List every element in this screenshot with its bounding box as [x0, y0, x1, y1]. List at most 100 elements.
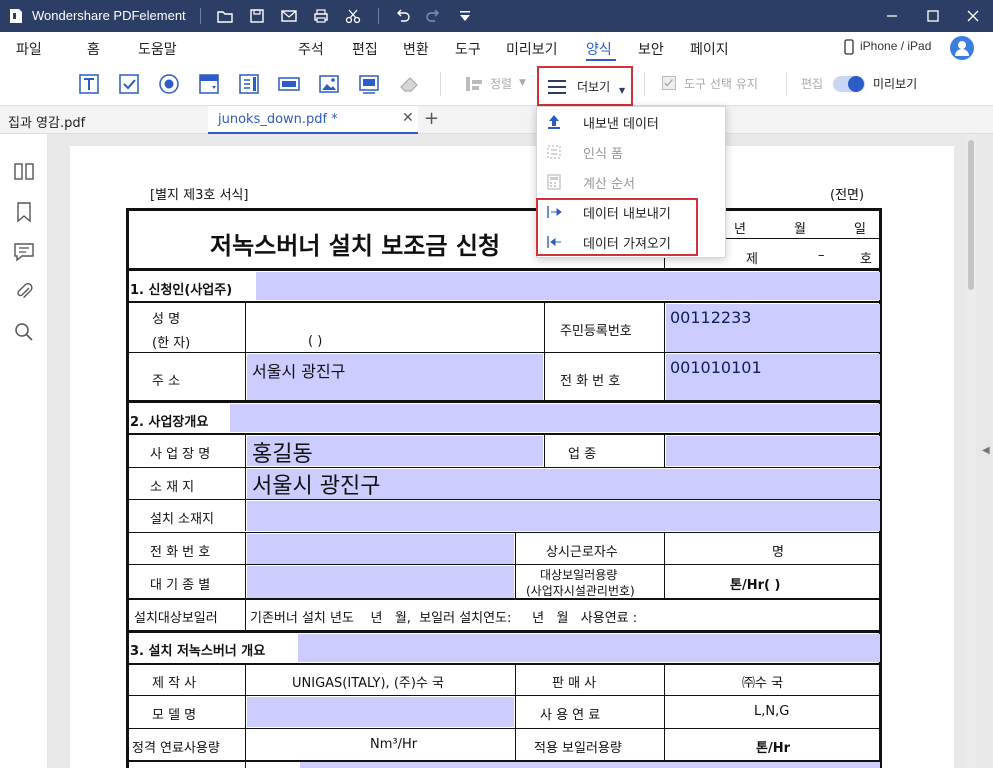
- location-value[interactable]: 서울시 광진구: [252, 468, 380, 500]
- tab-label: junoks_down.pdf *: [218, 112, 338, 127]
- row-line: [126, 467, 882, 468]
- signature-field-icon[interactable]: [357, 72, 381, 96]
- menu-edit[interactable]: 편집: [352, 39, 378, 59]
- quick-access-dropdown-icon[interactable]: [456, 7, 474, 25]
- align-label[interactable]: 정렬: [490, 75, 512, 92]
- date-day: 일: [854, 222, 866, 237]
- row-line: [126, 663, 882, 665]
- thumbnails-icon[interactable]: [12, 160, 36, 184]
- rated-label: 정격 연료사용량: [132, 741, 220, 756]
- scissors-icon[interactable]: [344, 7, 362, 25]
- form-header-right: (전면): [830, 188, 865, 203]
- close-icon[interactable]: [963, 6, 983, 26]
- title-bar: Wondershare PDFelement: [0, 0, 993, 32]
- menu-comment[interactable]: 주석: [298, 39, 324, 59]
- print-icon[interactable]: [312, 7, 330, 25]
- open-folder-icon[interactable]: [216, 7, 234, 25]
- menu-tools[interactable]: 도구: [455, 39, 481, 59]
- row-line: [126, 564, 882, 565]
- attachment-icon[interactable]: [12, 280, 36, 304]
- more-dropdown-icon: ▼: [619, 86, 626, 95]
- applied-label: 적용 보일러용량: [534, 741, 622, 756]
- avatar[interactable]: [950, 36, 974, 60]
- menu-page[interactable]: 페이지: [690, 39, 729, 59]
- col-line: [245, 598, 246, 630]
- image-field-icon[interactable]: [317, 72, 341, 96]
- keep-tool-checkbox[interactable]: [662, 76, 676, 90]
- col-line: [664, 532, 665, 600]
- workers-unit: 명: [772, 545, 784, 560]
- menu-item-label: 내보낸 데이터: [583, 117, 659, 132]
- bookmark-icon[interactable]: [12, 200, 36, 224]
- emission-label: 대 기 종 별: [150, 578, 211, 593]
- section2-title: 2. 사업장개요: [130, 415, 209, 430]
- form-title: 저녹스버너 설치 보조금 신청: [210, 232, 501, 260]
- text-field-icon[interactable]: [77, 72, 101, 96]
- edit-mode-label[interactable]: 편집: [801, 75, 823, 92]
- comment-icon[interactable]: [12, 240, 36, 264]
- maker-label: 제 작 사: [152, 676, 197, 691]
- boiler-capacity-unit: 톤/Hr( ): [730, 578, 781, 593]
- align-icon[interactable]: [462, 72, 486, 96]
- install-location-field[interactable]: [247, 501, 880, 531]
- device-link[interactable]: iPhone / iPad: [860, 39, 931, 53]
- scrollbar-thumb[interactable]: [968, 140, 974, 290]
- mail-icon[interactable]: [280, 7, 298, 25]
- undo-icon[interactable]: [394, 7, 412, 25]
- section1-highlight: [256, 272, 880, 300]
- model-field[interactable]: [247, 697, 514, 727]
- export-import-highlight-box: [536, 198, 698, 256]
- toggle-knob: [848, 76, 864, 92]
- industry-field[interactable]: [666, 436, 880, 466]
- menu-preview[interactable]: 미리보기: [506, 39, 558, 59]
- edit-preview-toggle[interactable]: [833, 76, 865, 92]
- phone-label: 전 화 번 호: [560, 374, 621, 389]
- radio-button-icon[interactable]: [157, 72, 181, 96]
- address-value[interactable]: 서울시 광진구: [252, 358, 345, 382]
- new-tab-icon[interactable]: +: [424, 108, 439, 129]
- maximize-icon[interactable]: [923, 6, 943, 26]
- row-line: [126, 532, 882, 533]
- emission-field[interactable]: [247, 566, 514, 598]
- row-line: [126, 301, 882, 303]
- right-panel-expand-icon[interactable]: ◀: [982, 445, 990, 456]
- align-dropdown-icon[interactable]: ▼: [519, 78, 526, 88]
- checkbox-icon[interactable]: [117, 72, 141, 96]
- menu-help[interactable]: 도움말: [138, 39, 177, 59]
- menu-home[interactable]: 홈: [87, 39, 100, 59]
- separator: [644, 72, 645, 96]
- list-box-icon[interactable]: [237, 72, 261, 96]
- menu-form[interactable]: 양식: [586, 39, 612, 59]
- tab-document-1[interactable]: 집과 영감.pdf: [0, 106, 200, 134]
- phone2-field[interactable]: [247, 534, 514, 564]
- tab-document-2[interactable]: junoks_down.pdf * ✕: [208, 106, 418, 134]
- combo-box-icon[interactable]: [197, 72, 221, 96]
- maker-value: UNIGAS(ITALY), (주)수 국: [292, 676, 444, 691]
- row-line: [126, 695, 882, 696]
- button-field-icon[interactable]: [277, 72, 301, 96]
- search-icon[interactable]: [12, 320, 36, 344]
- model-label: 모 델 명: [152, 708, 197, 723]
- workplace-value[interactable]: 홍길동: [252, 436, 313, 468]
- menu-file[interactable]: 파일: [16, 39, 42, 59]
- resident-number-value[interactable]: 00112233: [670, 308, 751, 327]
- separator: [786, 72, 787, 96]
- phone-icon[interactable]: [840, 38, 854, 56]
- minimize-icon[interactable]: [882, 6, 902, 26]
- menu-item-form-recognition: 인식 폼: [537, 137, 725, 167]
- save-icon[interactable]: [248, 7, 266, 25]
- col-line: [245, 532, 246, 600]
- redo-icon[interactable]: [424, 7, 442, 25]
- section2-highlight: [230, 404, 880, 432]
- menu-security[interactable]: 보안: [638, 39, 664, 59]
- menu-convert[interactable]: 변환: [403, 39, 429, 59]
- menu-item-label: 인식 폼: [583, 147, 624, 162]
- menu-item-exported-data[interactable]: 내보낸 데이터: [537, 107, 725, 137]
- col-line: [515, 532, 516, 600]
- phone-value[interactable]: 001010101: [670, 358, 762, 377]
- tab-close-icon[interactable]: ✕: [402, 110, 414, 126]
- eraser-icon[interactable]: [397, 72, 421, 96]
- preview-mode-label[interactable]: 미리보기: [873, 75, 917, 92]
- seller-label: 판 매 사: [552, 676, 597, 691]
- more-button[interactable]: 더보기 ▼: [537, 66, 633, 106]
